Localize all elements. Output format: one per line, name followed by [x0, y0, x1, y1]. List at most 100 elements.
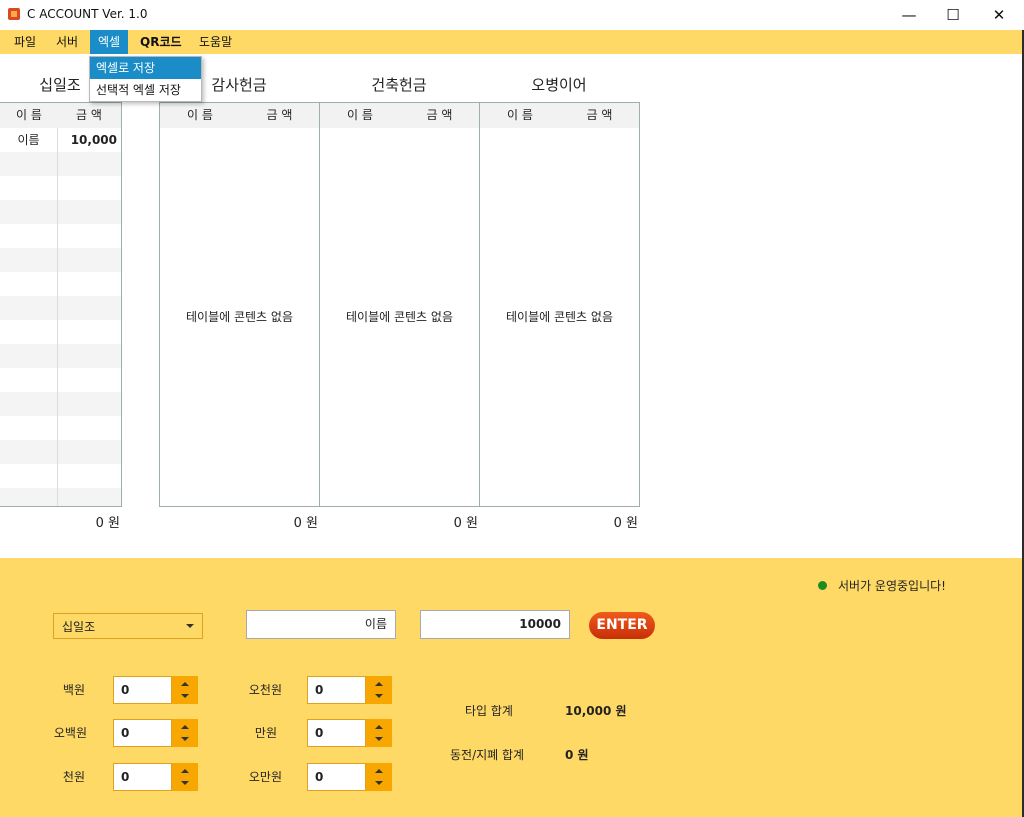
server-status-text: 서버가 운영중입니다! [838, 579, 946, 593]
table-thanksgiving[interactable]: 이 름 금 액 테이블에 콘텐츠 없음 [159, 102, 320, 507]
spinner-input[interactable]: 0 [113, 676, 172, 704]
server-status-icon [818, 581, 827, 590]
cash-total-value: 0 원 [565, 748, 589, 762]
decrement-icon[interactable] [181, 694, 189, 698]
increment-icon[interactable] [181, 682, 189, 686]
minimize-button[interactable]: — [886, 0, 932, 30]
column-header-amount[interactable]: 금 액 [560, 103, 639, 128]
table-building[interactable]: 이 름 금 액 테이블에 콘텐츠 없음 [319, 102, 480, 507]
menu-bar: 파일 서버 엑셀 QR코드 도움말 [0, 30, 1024, 54]
menu-excel[interactable]: 엑셀 [90, 30, 129, 54]
menu-item-save-excel[interactable]: 엑셀로 저장 [90, 57, 201, 79]
spinner-input[interactable]: 0 [113, 763, 172, 791]
total-five-loaves: 0 원 [613, 516, 638, 531]
enter-button[interactable]: ENTER [589, 612, 655, 639]
table-row-empty [0, 368, 121, 392]
app-icon [8, 8, 20, 20]
label-10000-won: 만원 [254, 726, 277, 740]
menu-item-selective-save-excel[interactable]: 선택적 엑셀 저장 [90, 79, 201, 101]
total-building: 0 원 [453, 516, 478, 531]
typed-total-label: 타입 합계 [465, 704, 513, 718]
panel-title-building: 건축헌금 [371, 76, 427, 94]
table-row-empty [0, 296, 121, 320]
empty-table-message: 테이블에 콘텐츠 없음 [506, 310, 613, 324]
spinner-5000-won[interactable]: 0 [307, 676, 392, 704]
menu-file[interactable]: 파일 [6, 30, 44, 54]
table-header: 이 름 금 액 [0, 103, 121, 128]
table-row-empty [0, 392, 121, 416]
column-header-name[interactable]: 이 름 [0, 103, 58, 128]
table-row-empty [0, 224, 121, 248]
column-header-name[interactable]: 이 름 [480, 103, 560, 128]
table-row-empty [0, 416, 121, 440]
table-row-empty [0, 320, 121, 344]
empty-table-message: 테이블에 콘텐츠 없음 [346, 310, 453, 324]
total-tithe: 0 원 [95, 516, 120, 531]
column-header-amount[interactable]: 금 액 [58, 103, 120, 128]
name-input[interactable]: 이름 [246, 610, 396, 639]
increment-icon[interactable] [375, 769, 383, 773]
typed-total-value: 10,000 원 [565, 704, 627, 718]
title-bar: C ACCOUNT Ver. 1.0 — ☐ ✕ [0, 0, 1024, 30]
spinner-10000-won[interactable]: 0 [307, 719, 392, 747]
menu-help[interactable]: 도움말 [191, 30, 240, 54]
spinner-input[interactable]: 0 [307, 763, 366, 791]
panel-title-five-loaves: 오병이어 [531, 76, 587, 94]
chevron-down-icon [186, 624, 194, 628]
table-row[interactable]: 이름 10,000 [0, 128, 121, 152]
increment-icon[interactable] [375, 725, 383, 729]
decrement-icon[interactable] [181, 737, 189, 741]
table-row-empty [0, 200, 121, 224]
spinner-input[interactable]: 0 [113, 719, 172, 747]
table-header: 이 름 금 액 [160, 103, 319, 128]
window-title: C ACCOUNT Ver. 1.0 [27, 7, 148, 21]
table-row-empty [0, 272, 121, 296]
table-row-empty [0, 176, 121, 200]
spinner-50000-won[interactable]: 0 [307, 763, 392, 791]
increment-icon[interactable] [181, 725, 189, 729]
column-header-name[interactable]: 이 름 [160, 103, 240, 128]
column-header-name[interactable]: 이 름 [320, 103, 400, 128]
decrement-icon[interactable] [375, 737, 383, 741]
label-500-won: 오백원 [53, 726, 87, 740]
category-select[interactable]: 십일조 [53, 613, 203, 639]
table-row-empty [0, 248, 121, 272]
increment-icon[interactable] [181, 769, 189, 773]
column-header-amount[interactable]: 금 액 [400, 103, 479, 128]
table-row-empty [0, 440, 121, 464]
amount-input[interactable]: 10000 [420, 610, 570, 639]
increment-icon[interactable] [375, 682, 383, 686]
total-thanksgiving: 0 원 [293, 516, 318, 531]
maximize-button[interactable]: ☐ [930, 0, 976, 30]
cash-total-label: 동전/지폐 합계 [450, 748, 525, 762]
decrement-icon[interactable] [181, 781, 189, 785]
spinner-input[interactable]: 0 [307, 719, 366, 747]
decrement-icon[interactable] [375, 694, 383, 698]
table-header: 이 름 금 액 [320, 103, 479, 128]
cell-name: 이름 [0, 128, 58, 152]
table-row-empty [0, 464, 121, 488]
spinner-100-won[interactable]: 0 [113, 676, 198, 704]
empty-table-message: 테이블에 콘텐츠 없음 [186, 310, 293, 324]
excel-dropdown-menu: 엑셀로 저장 선택적 엑셀 저장 [89, 56, 202, 102]
table-row-empty [0, 488, 121, 506]
cell-amount: 10,000 [70, 133, 117, 147]
decrement-icon[interactable] [375, 781, 383, 785]
column-header-amount[interactable]: 금 액 [240, 103, 319, 128]
close-button[interactable]: ✕ [976, 0, 1022, 30]
spinner-500-won[interactable]: 0 [113, 719, 198, 747]
spinner-input[interactable]: 0 [307, 676, 366, 704]
table-row-empty [0, 152, 121, 176]
label-50000-won: 오만원 [248, 770, 282, 784]
table-row-empty [0, 344, 121, 368]
label-100-won: 백원 [62, 683, 85, 697]
menu-server[interactable]: 서버 [48, 30, 86, 54]
table-header: 이 름 금 액 [480, 103, 639, 128]
spinner-1000-won[interactable]: 0 [113, 763, 198, 791]
category-select-value: 십일조 [62, 620, 96, 634]
label-1000-won: 천원 [62, 770, 85, 784]
label-5000-won: 오천원 [248, 683, 282, 697]
table-tithe[interactable]: 이 름 금 액 이름 10,000 [0, 102, 122, 507]
menu-qrcode[interactable]: QR코드 [132, 30, 190, 54]
table-five-loaves[interactable]: 이 름 금 액 테이블에 콘텐츠 없음 [479, 102, 640, 507]
